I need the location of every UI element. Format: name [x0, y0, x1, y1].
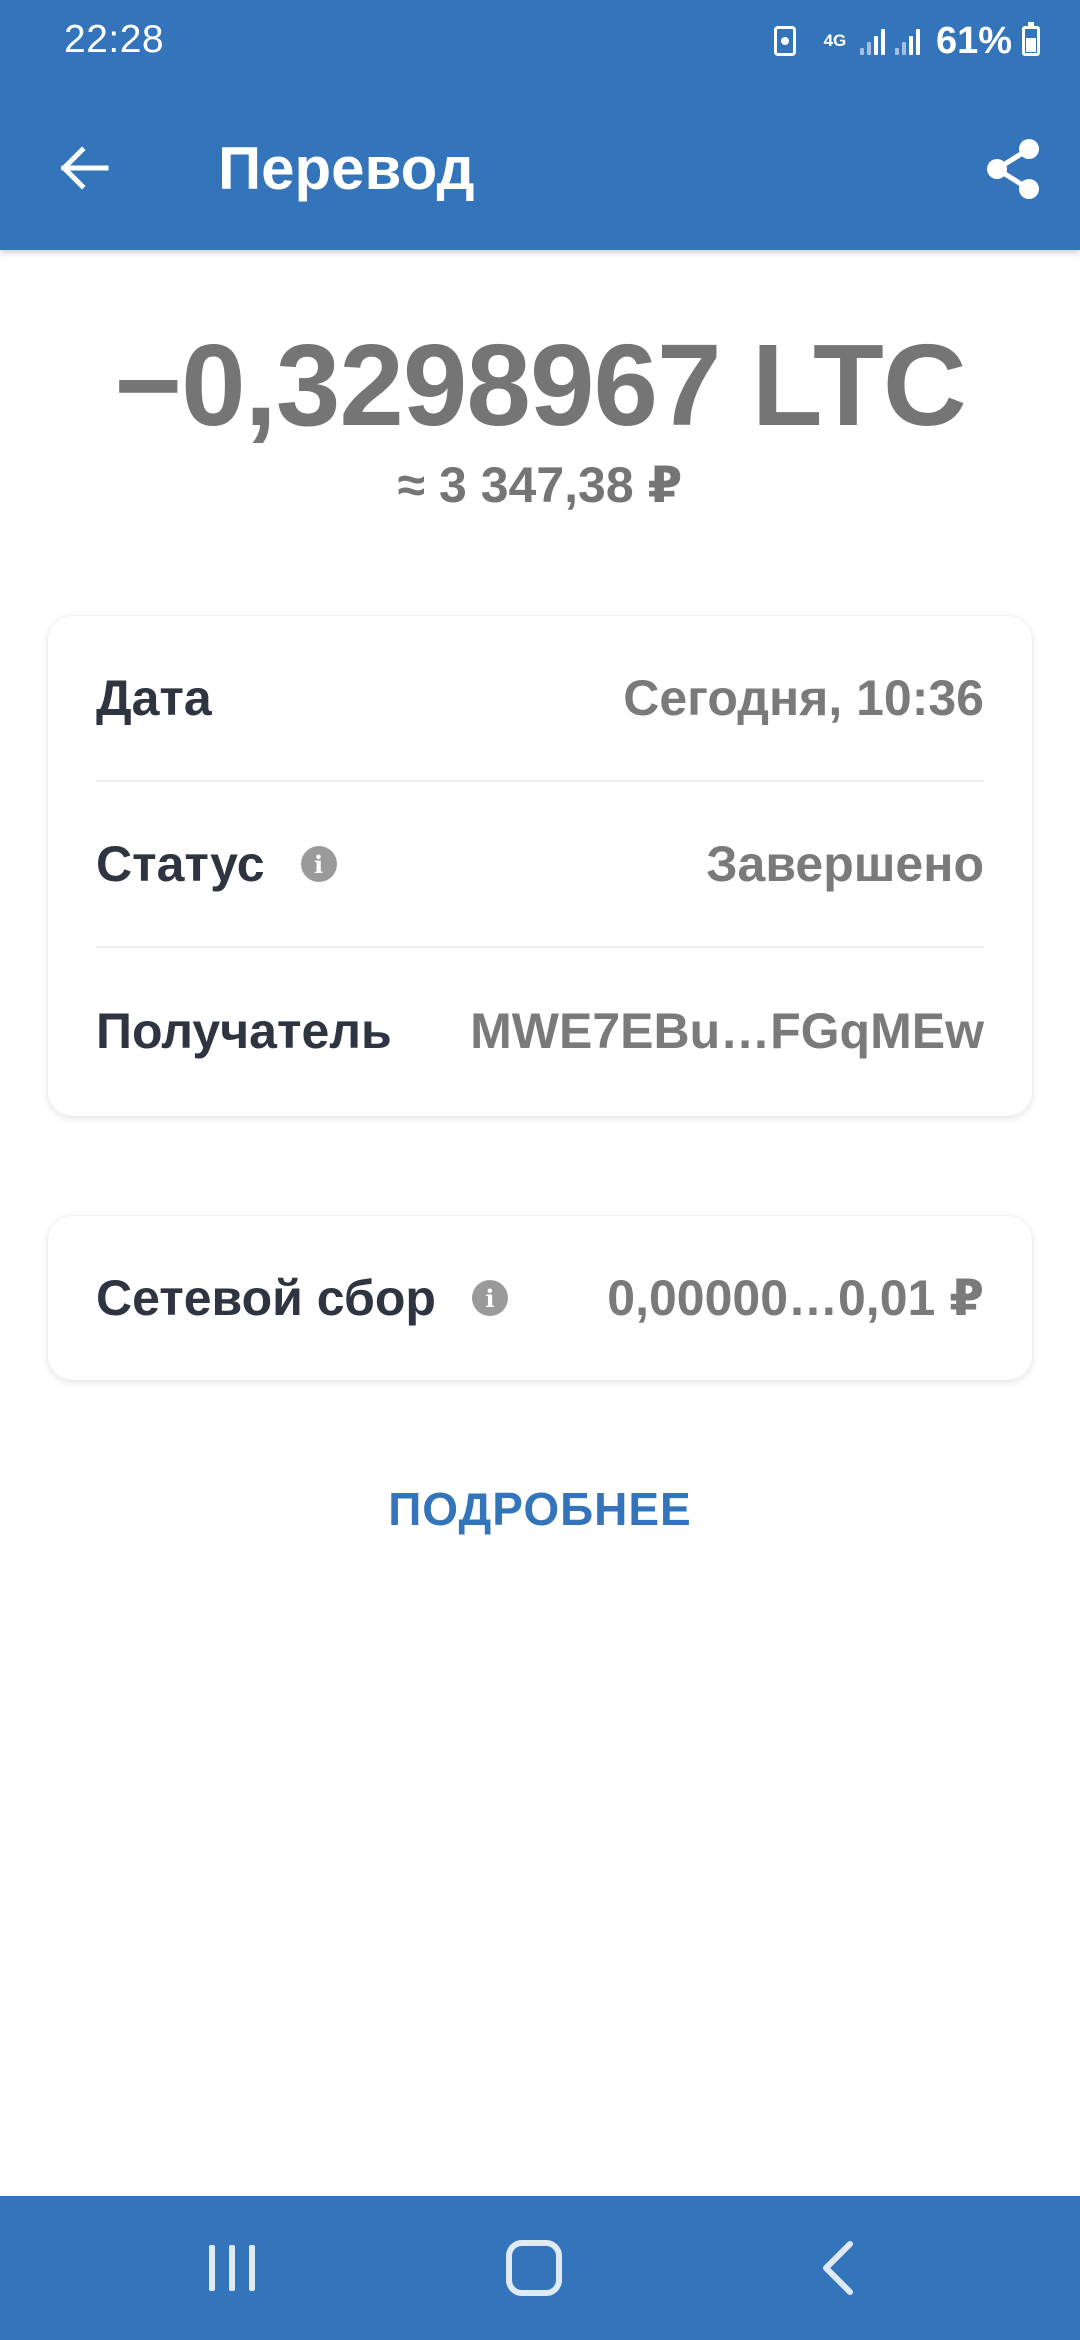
home-button[interactable] [474, 2226, 594, 2310]
more-details-button[interactable]: ПОДРОБНЕЕ [0, 1482, 1080, 1536]
info-icon[interactable]: i [471, 1280, 508, 1316]
fee-value: 0,00000…0,01 ₽ [607, 1270, 984, 1326]
signal-icon-2 [894, 27, 920, 55]
date-row: Дата Сегодня, 10:36 [96, 616, 984, 782]
battery-icon [1022, 22, 1040, 56]
back-button[interactable] [34, 128, 134, 208]
status-time: 22:28 [64, 18, 165, 61]
chevron-left-icon [823, 2241, 853, 2295]
share-icon [987, 139, 1039, 199]
system-navigation-bar [0, 2196, 1080, 2340]
info-icon[interactable]: i [300, 846, 337, 882]
status-value: Завершено [706, 836, 984, 892]
recipient-label: Получатель [96, 1003, 392, 1059]
recipient-address[interactable]: MWE7EBu…FGqMEw [470, 1002, 984, 1060]
system-back-button[interactable] [778, 2226, 898, 2310]
home-icon [506, 2240, 562, 2296]
date-value: Сегодня, 10:36 [623, 670, 984, 726]
fee-label-wrap: Сетевой сбор i [96, 1269, 508, 1327]
status-icons: 4G 61% [773, 16, 1040, 66]
fee-row: Сетевой сбор i 0,00000…0,01 ₽ [96, 1216, 984, 1380]
page-title: Перевод [218, 135, 475, 202]
app-header: 22:28 4G 61% Перевод [0, 0, 1080, 250]
date-label: Дата [96, 670, 212, 726]
recipient-row[interactable]: Получатель MWE7EBu…FGqMEw [96, 948, 984, 1114]
signal-icon [859, 27, 885, 55]
transaction-fiat-amount: ≈ 3 347,38 ₽ [397, 457, 683, 513]
battery-percent: 61% [935, 19, 1012, 62]
details-card: Дата Сегодня, 10:36 Статус i Завершено П… [48, 616, 1032, 1116]
status-row: Статус i Завершено [96, 782, 984, 948]
transaction-amount: −0,3298967 LTC [114, 320, 966, 450]
recents-icon [209, 2245, 255, 2291]
fee-card: Сетевой сбор i 0,00000…0,01 ₽ [48, 1216, 1032, 1380]
recents-button[interactable] [172, 2226, 292, 2310]
power-saving-icon [773, 26, 796, 56]
status-label-wrap: Статус i [96, 835, 337, 893]
fee-label: Сетевой сбор [96, 1270, 436, 1326]
arrow-left-icon [60, 146, 109, 190]
network-type: 4G [823, 31, 847, 50]
status-label: Статус [96, 836, 265, 892]
share-button[interactable] [968, 124, 1058, 214]
